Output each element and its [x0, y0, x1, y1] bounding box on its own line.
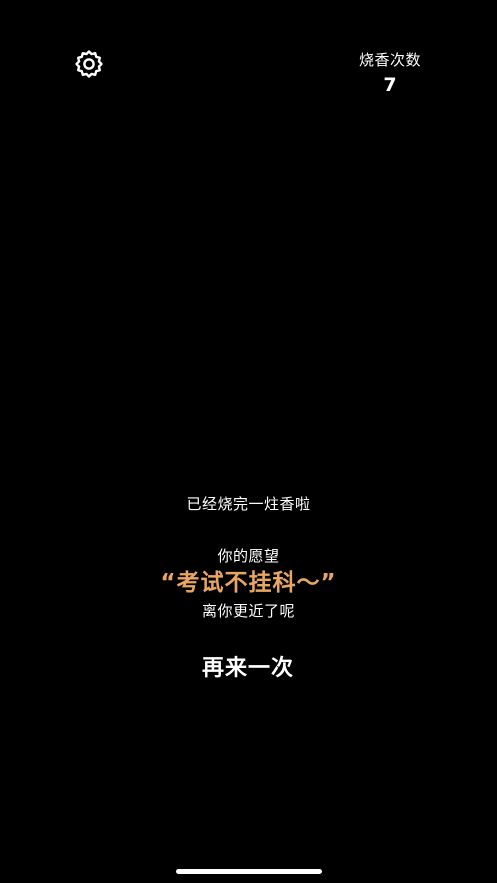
incense-counter: 烧香次数 7	[350, 50, 430, 98]
wish-close-quote: ”	[320, 570, 337, 596]
gear-icon	[75, 50, 103, 78]
wish-text: “考试不挂科～”	[0, 566, 497, 600]
settings-button[interactable]	[72, 47, 106, 81]
incense-count-value: 7	[383, 74, 397, 96]
incense-count-label: 烧香次数	[358, 51, 421, 69]
wish-content: 考试不挂科～	[176, 570, 321, 596]
burned-message: 已经烧完一炷香啦	[186, 495, 311, 513]
closer-message: 离你更近了呢	[201, 602, 295, 620]
wish-open-quote: “	[160, 570, 177, 596]
home-indicator[interactable]	[176, 869, 322, 874]
try-again-button[interactable]: 再来一次	[178, 648, 318, 690]
wish-label: 你的愿望	[217, 547, 280, 565]
